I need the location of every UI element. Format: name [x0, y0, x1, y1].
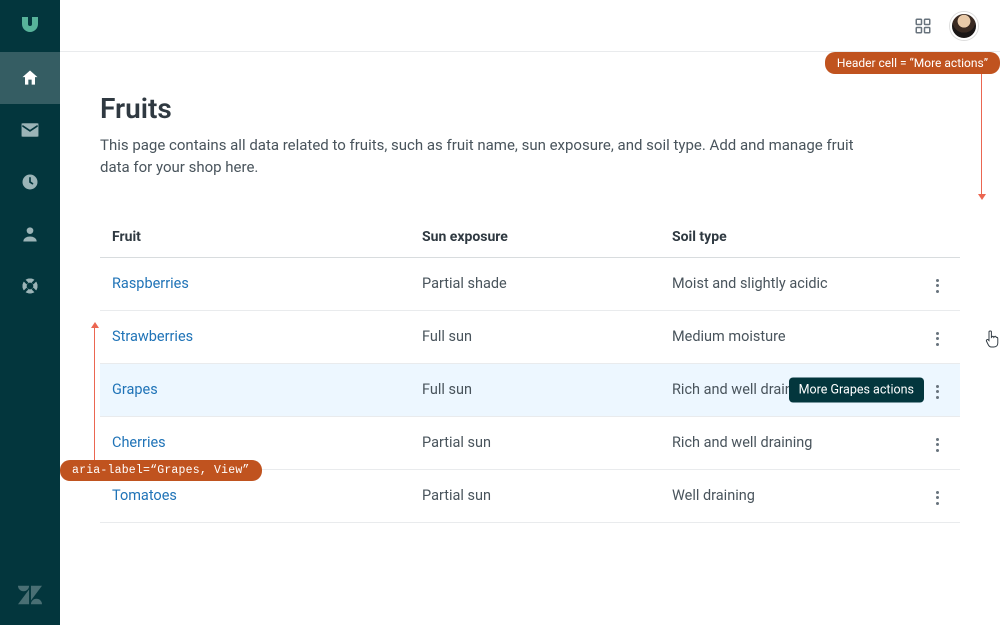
nav-user[interactable]: [0, 208, 60, 260]
apps-grid-icon[interactable]: [914, 17, 932, 35]
more-actions-button[interactable]: [931, 432, 943, 458]
cursor-pointer-icon: [985, 329, 1000, 349]
page-title: Fruits: [100, 92, 960, 125]
fruit-link[interactable]: Cherries: [112, 434, 166, 451]
more-actions-button[interactable]: [931, 379, 943, 405]
nav-mail[interactable]: [0, 104, 60, 156]
sidebar: [0, 0, 60, 625]
cell-soil: Well draining: [660, 469, 914, 522]
fruit-link[interactable]: Tomatoes: [112, 487, 177, 504]
cell-soil: Rich and well draining: [660, 416, 914, 469]
cell-soil: Moist and slightly acidic: [660, 257, 914, 310]
nav-home[interactable]: [0, 52, 60, 104]
fruit-link[interactable]: Grapes: [112, 381, 158, 398]
cell-soil: Medium moisture: [660, 310, 914, 363]
nav-clock[interactable]: [0, 156, 60, 208]
fruit-link[interactable]: Strawberries: [112, 328, 193, 345]
page-subtitle: This page contains all data related to f…: [100, 135, 880, 179]
annotation-header-cell: Header cell = “More actions”: [825, 52, 1000, 74]
zendesk-logo-icon: [0, 569, 60, 621]
annotation-aria-label: aria-label=“Grapes, View”: [60, 460, 262, 481]
cell-sun: Partial sun: [410, 416, 660, 469]
col-header-sun[interactable]: Sun exposure: [410, 217, 660, 258]
cell-sun: Full sun: [410, 363, 660, 416]
cell-sun: Partial shade: [410, 257, 660, 310]
annotation-arrow-down-icon: [978, 194, 986, 200]
avatar[interactable]: [950, 12, 978, 40]
cell-sun: Partial sun: [410, 469, 660, 522]
table-row: Strawberries Full sunMedium moisture: [100, 310, 960, 363]
cell-sun: Full sun: [410, 310, 660, 363]
annotation-line: [981, 74, 982, 194]
annotation-arrow-up-icon: [91, 322, 99, 328]
table-row: GrapesFull sunRich and well drainingMore…: [100, 363, 960, 416]
tooltip: More Grapes actions: [789, 377, 924, 402]
topbar: [60, 0, 1000, 52]
fruit-link[interactable]: Raspberries: [112, 275, 189, 292]
col-header-soil[interactable]: Soil type: [660, 217, 914, 258]
table-row: Raspberries Partial shadeMoist and slight…: [100, 257, 960, 310]
more-actions-button[interactable]: [931, 326, 943, 352]
nav-help[interactable]: [0, 260, 60, 312]
main-area: Fruits This page contains all data relat…: [60, 0, 1000, 625]
more-actions-button[interactable]: [931, 273, 943, 299]
col-header-fruit[interactable]: Fruit: [100, 217, 410, 258]
col-header-actions: [914, 217, 960, 258]
annotation-line: [94, 328, 95, 460]
more-actions-button[interactable]: [931, 485, 943, 511]
brand-logo: [0, 0, 60, 52]
